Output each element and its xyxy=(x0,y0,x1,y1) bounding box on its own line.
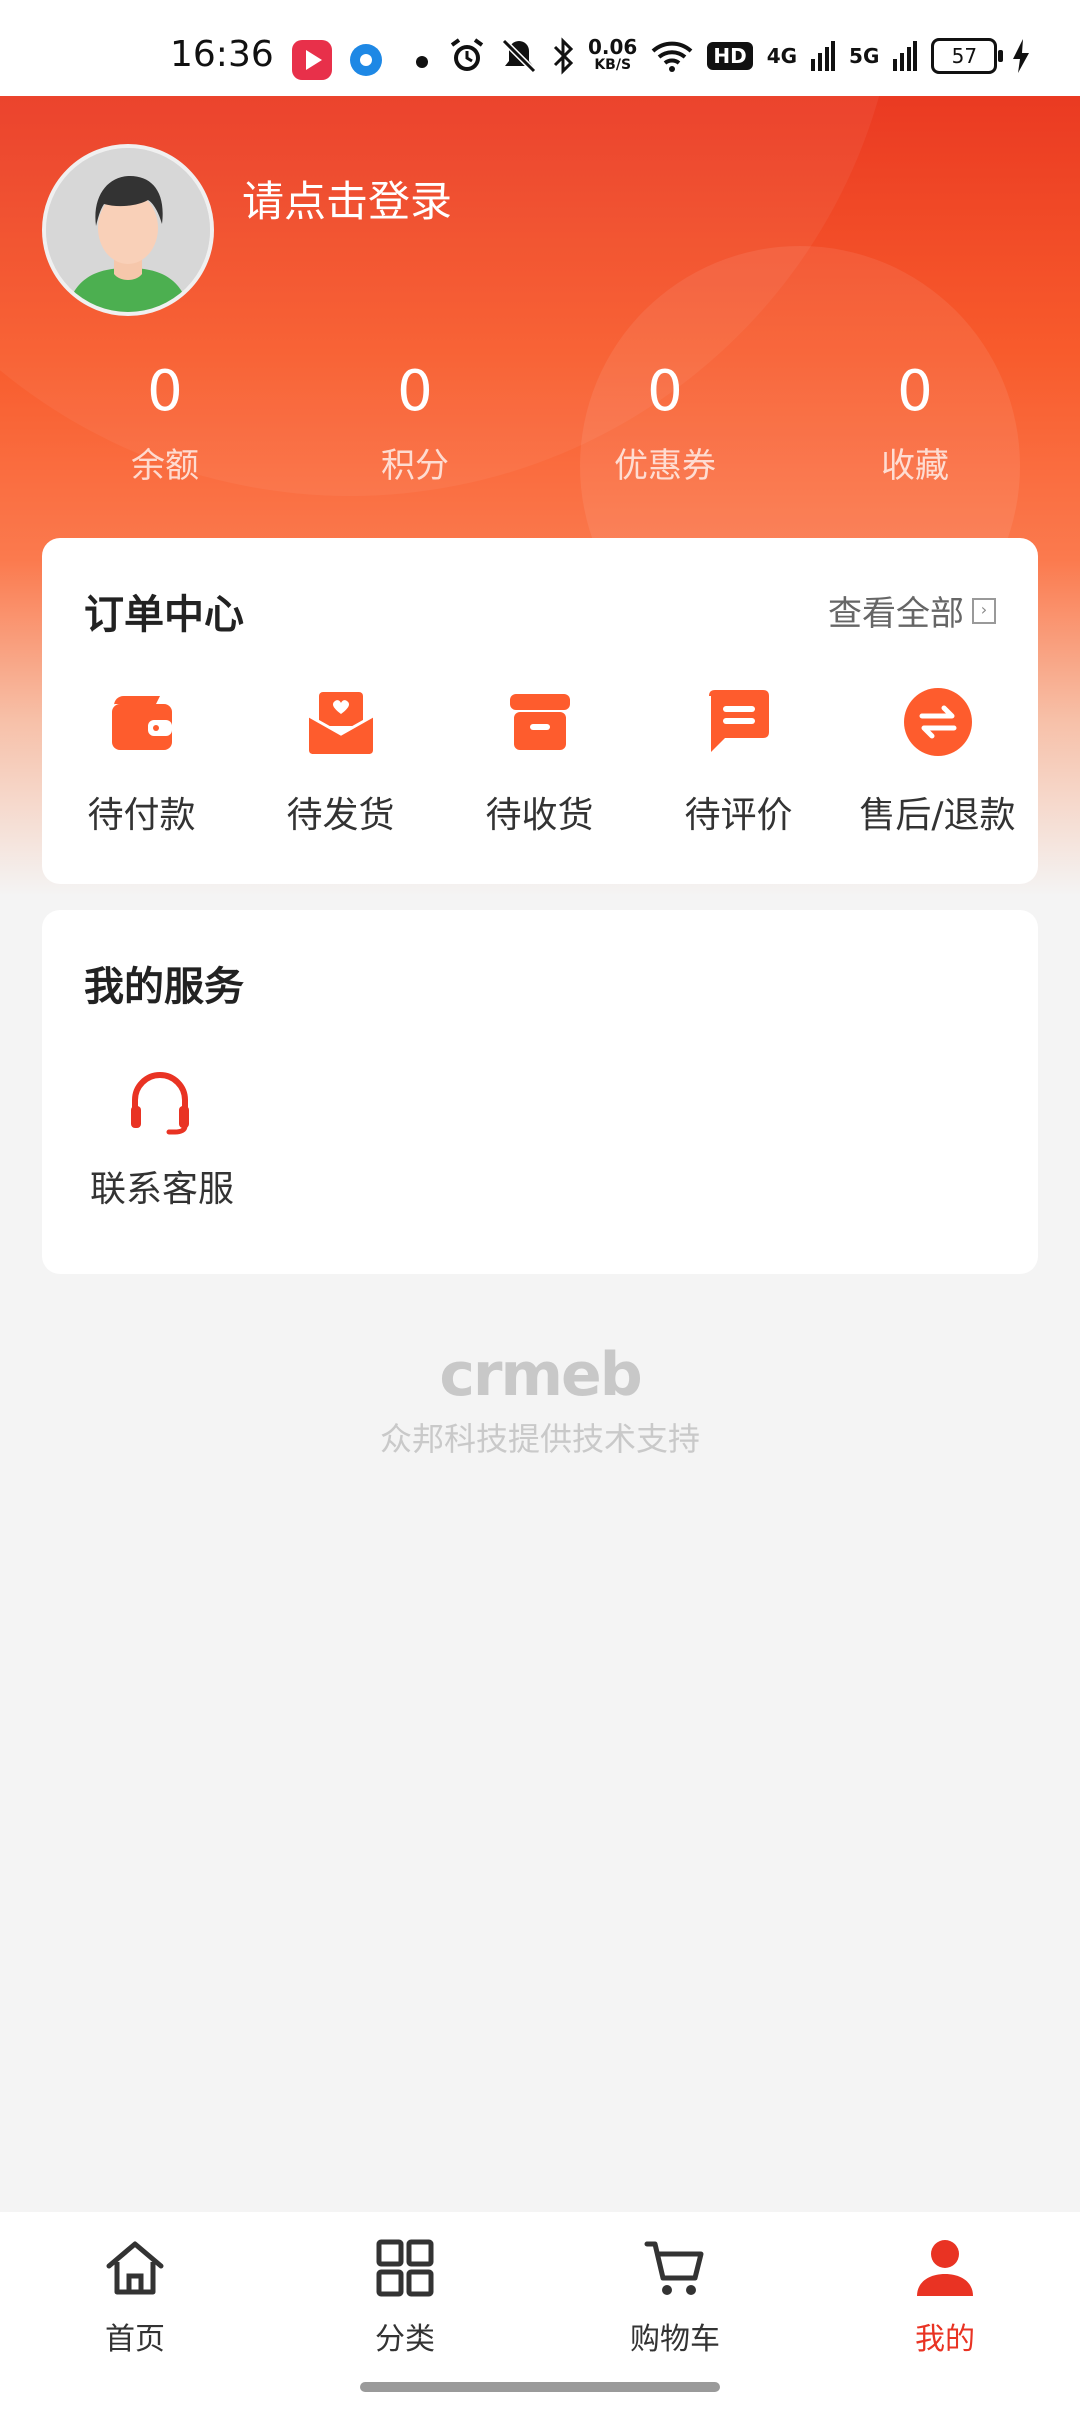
tech-support-text: 众邦科技提供技术支持 xyxy=(379,1420,700,1458)
stat-points[interactable]: 0 积分 xyxy=(290,356,540,487)
stat-balance[interactable]: 0 余额 xyxy=(40,356,290,487)
bottom-tab-bar: 首页 分类 购物车 我的 xyxy=(0,2212,1080,2412)
stat-coupons[interactable]: 0 优惠券 xyxy=(540,356,790,487)
stat-value: 0 xyxy=(397,359,433,424)
order-pending-receipt[interactable]: 待收货 xyxy=(440,686,639,838)
battery-icon: 57 xyxy=(931,38,1004,74)
default-avatar-icon xyxy=(46,148,210,312)
headset-icon xyxy=(131,1072,189,1135)
login-prompt[interactable]: 请点击登录 xyxy=(242,168,452,229)
signal-4g-icon: 4G xyxy=(766,44,798,68)
contact-service-button[interactable]: 联系客服 xyxy=(90,1066,235,1212)
tab-label: 购物车 xyxy=(630,2322,720,2357)
home-icon xyxy=(106,2241,164,2295)
signal-5g-icon: 5G xyxy=(849,44,880,68)
order-item-label: 待评价 xyxy=(684,795,793,836)
stat-value: 0 xyxy=(147,359,183,424)
video-app-icon xyxy=(292,40,332,80)
service-label: 联系客服 xyxy=(90,1169,235,1210)
user-icon xyxy=(917,2240,973,2296)
signal-bars-icon-2 xyxy=(893,41,918,71)
order-center-card: 订单中心 查看全部 › 待付款 待发货 待收货 待评价 售后/退款 xyxy=(42,538,1038,884)
exchange-icon xyxy=(903,688,972,756)
wallet-icon xyxy=(111,696,172,750)
stat-value: 0 xyxy=(897,359,933,424)
wifi-icon xyxy=(652,41,693,72)
stat-label: 积分 xyxy=(381,446,449,486)
tab-home[interactable]: 首页 xyxy=(55,2236,215,2358)
notification-dot-icon xyxy=(416,56,428,68)
home-indicator[interactable] xyxy=(360,2382,720,2392)
comment-icon xyxy=(708,690,769,752)
order-pending-review[interactable]: 待评价 xyxy=(639,686,838,838)
stat-label: 优惠券 xyxy=(614,446,716,486)
mute-icon xyxy=(501,38,537,74)
cart-icon xyxy=(644,2241,704,2295)
status-bar: 16:36 0.06 KB/S HD 4G 5G 57 xyxy=(0,0,1080,96)
browser-app-icon xyxy=(350,44,382,76)
avatar[interactable] xyxy=(42,144,214,316)
signal-bars-icon xyxy=(811,41,836,71)
my-services-card: 我的服务 联系客服 xyxy=(42,910,1038,1274)
stat-label: 余额 xyxy=(131,446,199,486)
hd-badge: HD xyxy=(707,42,753,70)
order-after-sales[interactable]: 售后/退款 xyxy=(838,686,1037,838)
status-time: 16:36 xyxy=(170,34,274,75)
alarm-icon xyxy=(450,38,484,71)
status-icons: 0.06 KB/S HD 4G 5G 57 xyxy=(448,34,1031,78)
view-all-orders-link[interactable]: 查看全部 › xyxy=(828,586,996,635)
chevron-right-icon: › xyxy=(972,597,996,624)
stat-label: 收藏 xyxy=(881,446,949,486)
view-all-label: 查看全部 xyxy=(828,594,964,634)
bluetooth-icon xyxy=(553,37,574,75)
order-item-label: 待收货 xyxy=(485,795,594,836)
order-item-label: 售后/退款 xyxy=(859,795,1016,836)
tab-label: 首页 xyxy=(105,2322,165,2357)
crmeb-logo: crmeb xyxy=(439,1340,642,1410)
order-item-label: 待发货 xyxy=(286,795,395,836)
order-pending-payment[interactable]: 待付款 xyxy=(42,686,241,838)
package-heart-icon xyxy=(307,692,374,754)
stat-value: 0 xyxy=(647,359,683,424)
tab-cart[interactable]: 购物车 xyxy=(595,2236,755,2358)
order-pending-shipment[interactable]: 待发货 xyxy=(241,686,440,838)
stat-favorites[interactable]: 0 收藏 xyxy=(790,356,1040,487)
grid-icon xyxy=(376,2239,434,2297)
order-status-row: 待付款 待发货 待收货 待评价 售后/退款 xyxy=(42,686,1038,838)
tab-category[interactable]: 分类 xyxy=(325,2236,485,2358)
tab-label: 我的 xyxy=(915,2322,975,2357)
tab-mine[interactable]: 我的 xyxy=(865,2236,1025,2358)
network-speed: 0.06 KB/S xyxy=(588,35,638,73)
box-icon xyxy=(509,694,570,750)
tab-label: 分类 xyxy=(375,2322,435,2357)
stats-row: 0 余额 0 积分 0 优惠券 0 收藏 xyxy=(0,356,1080,487)
my-services-title: 我的服务 xyxy=(84,964,244,1010)
order-center-title: 订单中心 xyxy=(84,592,244,638)
footer-branding: crmeb 众邦科技提供技术支持 xyxy=(0,1340,1080,1460)
order-item-label: 待付款 xyxy=(87,795,196,836)
charging-icon xyxy=(1013,39,1030,73)
